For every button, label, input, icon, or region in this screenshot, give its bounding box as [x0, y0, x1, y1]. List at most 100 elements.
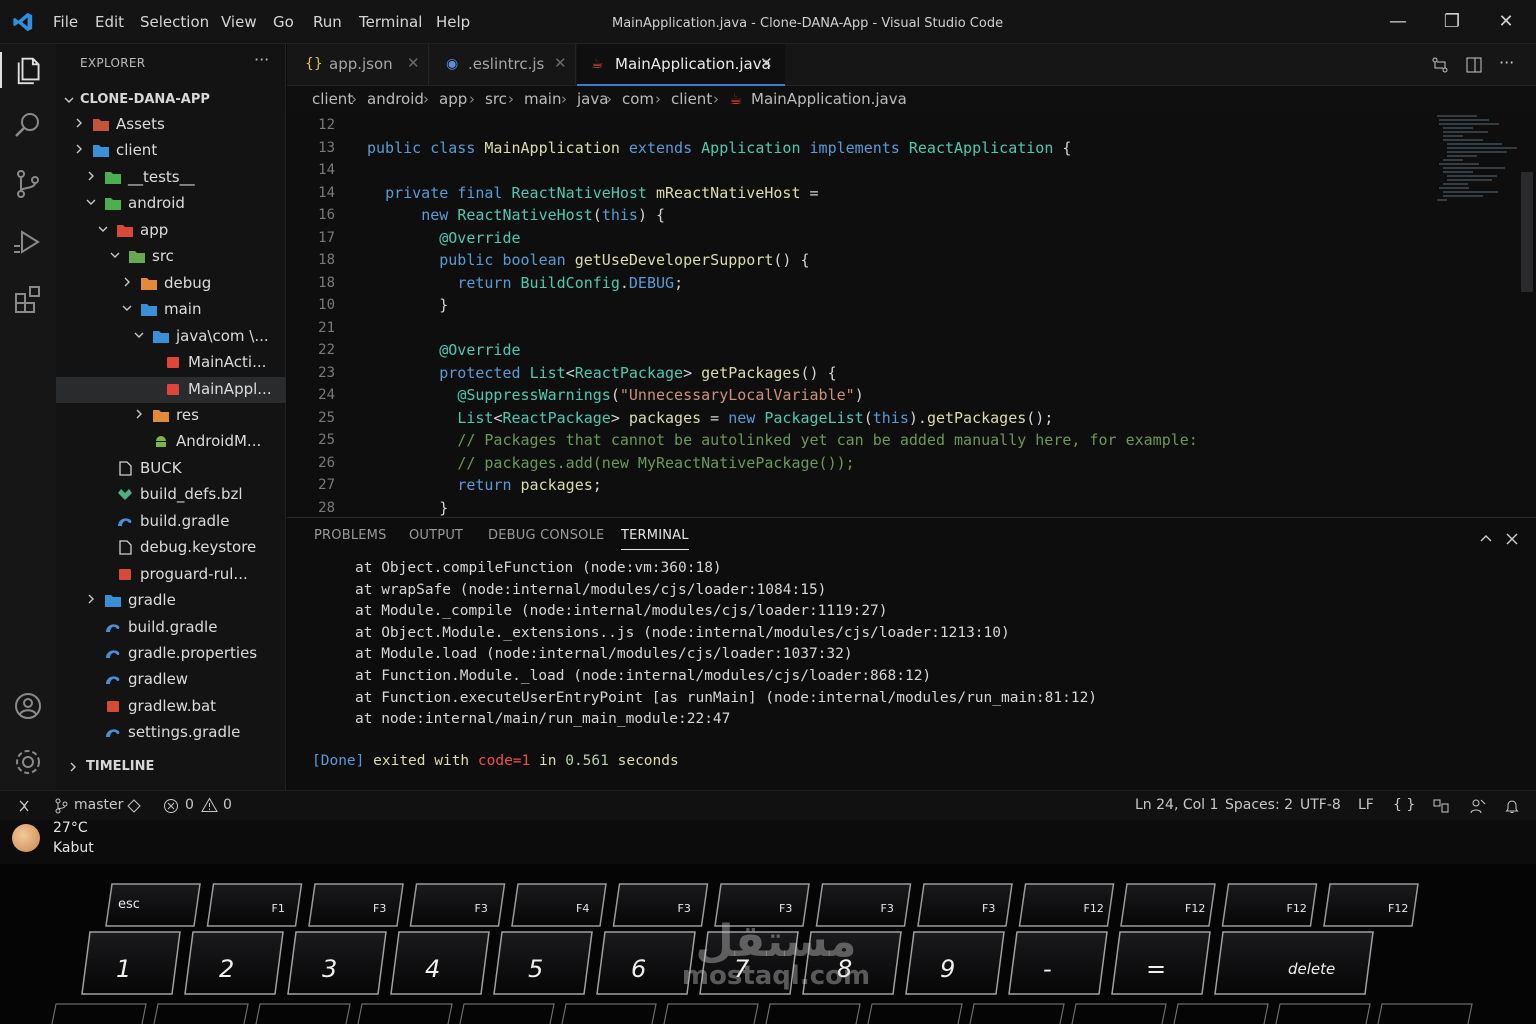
- extensions-icon[interactable]: [10, 282, 46, 318]
- breadcrumb-item[interactable]: client: [312, 90, 353, 108]
- warning-icon[interactable]: [201, 797, 218, 813]
- tree-item[interactable]: debug.keystore: [56, 535, 286, 561]
- tree-item[interactable]: main: [56, 297, 286, 323]
- menu-view[interactable]: View: [221, 13, 257, 31]
- menu-run[interactable]: Run: [313, 13, 342, 31]
- editor-scrollbar[interactable]: [1521, 172, 1533, 292]
- tab-debug-console[interactable]: DEBUG CONSOLE: [488, 528, 604, 543]
- breadcrumb-item[interactable]: app: [439, 90, 467, 108]
- feedback-icon[interactable]: [1470, 798, 1486, 814]
- chevron-right-icon[interactable]: [86, 594, 96, 604]
- code-line[interactable]: private final ReactNativeHost mReactNati…: [367, 184, 819, 202]
- code-line[interactable]: protected List<ReactPackage> getPackages…: [367, 364, 836, 382]
- code-line[interactable]: public boolean getUseDeveloperSupport() …: [367, 251, 809, 269]
- end-of-line[interactable]: LF: [1358, 797, 1374, 813]
- tree-item[interactable]: gradle.properties: [56, 641, 286, 667]
- code-line[interactable]: }: [367, 499, 448, 517]
- breadcrumb-item[interactable]: com: [622, 90, 654, 108]
- code-editor[interactable]: 12 13 public class MainApplication extends…: [287, 112, 1536, 517]
- tree-item[interactable]: build.gradle: [56, 615, 286, 641]
- tree-item[interactable]: java\com \...: [56, 324, 286, 350]
- minimize-button[interactable]: —: [1378, 8, 1418, 36]
- code-line[interactable]: @Override: [367, 341, 520, 359]
- tree-item[interactable]: debug: [56, 271, 286, 297]
- sync-icon[interactable]: [126, 798, 142, 814]
- maximize-panel-icon[interactable]: [1479, 532, 1493, 546]
- tab-problems[interactable]: PROBLEMS: [314, 528, 387, 543]
- minimap[interactable]: [1435, 112, 1517, 212]
- chevron-right-icon[interactable]: [74, 118, 84, 128]
- tree-item[interactable]: MainActi...: [56, 350, 286, 376]
- run-debug-icon[interactable]: [10, 224, 46, 260]
- code-line[interactable]: // packages.add(new MyReactNativePackage…: [367, 454, 854, 472]
- chevron-right-icon[interactable]: [86, 171, 96, 181]
- close-window-button[interactable]: ✕: [1486, 8, 1526, 36]
- code-line[interactable]: @SuppressWarnings("UnnecessaryLocalVaria…: [367, 386, 863, 404]
- chevron-right-icon[interactable]: [134, 409, 144, 419]
- cursor-position[interactable]: Ln 24, Col 1: [1135, 797, 1218, 813]
- weather-temperature[interactable]: 27°C: [53, 820, 88, 836]
- split-editor-icon[interactable]: [1465, 56, 1483, 74]
- tree-item[interactable]: MainAppl...: [56, 376, 286, 403]
- encoding[interactable]: UTF-8: [1300, 797, 1341, 813]
- tree-item[interactable]: res: [56, 403, 286, 429]
- menu-edit[interactable]: Edit: [95, 13, 124, 31]
- search-icon[interactable]: [10, 108, 46, 144]
- layout-icon[interactable]: [1432, 798, 1450, 814]
- chevron-down-icon[interactable]: [86, 197, 96, 207]
- menu-terminal[interactable]: Terminal: [359, 13, 422, 31]
- breadcrumb-item[interactable]: MainApplication.java: [751, 90, 907, 108]
- tab-terminal[interactable]: TERMINAL: [621, 528, 689, 550]
- tree-item[interactable]: __tests__: [56, 165, 286, 191]
- error-count[interactable]: 0: [185, 797, 194, 813]
- explorer-more-button[interactable]: ···: [254, 50, 269, 69]
- close-tab-icon[interactable]: ✕: [407, 54, 420, 72]
- tree-item[interactable]: settings.gradle: [56, 720, 286, 746]
- chevron-right-icon[interactable]: [122, 277, 132, 287]
- code-line[interactable]: List<ReactPackage> packages = new Packag…: [367, 409, 1053, 427]
- code-line[interactable]: }: [367, 296, 448, 314]
- tree-item[interactable]: BUCK: [56, 456, 286, 482]
- tree-item[interactable]: Assets: [56, 112, 286, 138]
- close-panel-icon[interactable]: [1505, 532, 1519, 546]
- tree-item[interactable]: app: [56, 218, 286, 244]
- tree-item[interactable]: proguard-rul...: [56, 562, 286, 588]
- tree-item[interactable]: AndroidM...: [56, 429, 286, 455]
- chevron-down-icon[interactable]: [64, 95, 74, 105]
- explorer-icon[interactable]: [0, 52, 48, 88]
- chevron-right-icon[interactable]: [68, 762, 78, 772]
- code-line[interactable]: public class MainApplication extends App…: [367, 139, 1071, 157]
- code-line[interactable]: return BuildConfig.DEBUG;: [367, 274, 683, 292]
- accounts-icon[interactable]: [10, 688, 46, 724]
- restore-button[interactable]: ❐: [1432, 8, 1472, 36]
- chevron-down-icon[interactable]: [98, 224, 108, 234]
- breadcrumb-item[interactable]: java: [577, 90, 608, 108]
- menu-go[interactable]: Go: [273, 13, 294, 31]
- error-icon[interactable]: [163, 798, 179, 814]
- breadcrumb-item[interactable]: client: [671, 90, 712, 108]
- breadcrumb-item[interactable]: android: [367, 90, 424, 108]
- breadcrumb-item[interactable]: src: [485, 90, 507, 108]
- tree-item[interactable]: build_defs.bzl: [56, 482, 286, 508]
- chevron-down-icon[interactable]: [134, 330, 144, 340]
- tree-item[interactable]: gradle: [56, 588, 286, 614]
- remote-icon[interactable]: [16, 798, 32, 814]
- notification-bell-icon[interactable]: [1504, 798, 1520, 814]
- branch-name[interactable]: master: [74, 797, 123, 813]
- weather-icon[interactable]: [12, 824, 40, 852]
- tab-output[interactable]: OUTPUT: [409, 528, 463, 543]
- more-actions-icon[interactable]: ···: [1499, 53, 1514, 72]
- menu-help[interactable]: Help: [436, 13, 470, 31]
- warning-count[interactable]: 0: [223, 797, 232, 813]
- settings-gear-icon[interactable]: [10, 744, 46, 780]
- indentation[interactable]: Spaces: 2: [1225, 797, 1293, 813]
- tree-item[interactable]: android: [56, 191, 286, 217]
- weather-condition[interactable]: Kabut: [53, 840, 94, 856]
- breadcrumb-item[interactable]: main: [524, 90, 561, 108]
- tree-item[interactable]: gradlew: [56, 667, 286, 693]
- tree-item[interactable]: gradlew.bat: [56, 694, 286, 720]
- source-control-icon[interactable]: [10, 166, 46, 202]
- tab-app-json[interactable]: {} app.json ✕: [287, 44, 429, 86]
- code-line[interactable]: return packages;: [367, 476, 602, 494]
- chevron-right-icon[interactable]: [74, 144, 84, 154]
